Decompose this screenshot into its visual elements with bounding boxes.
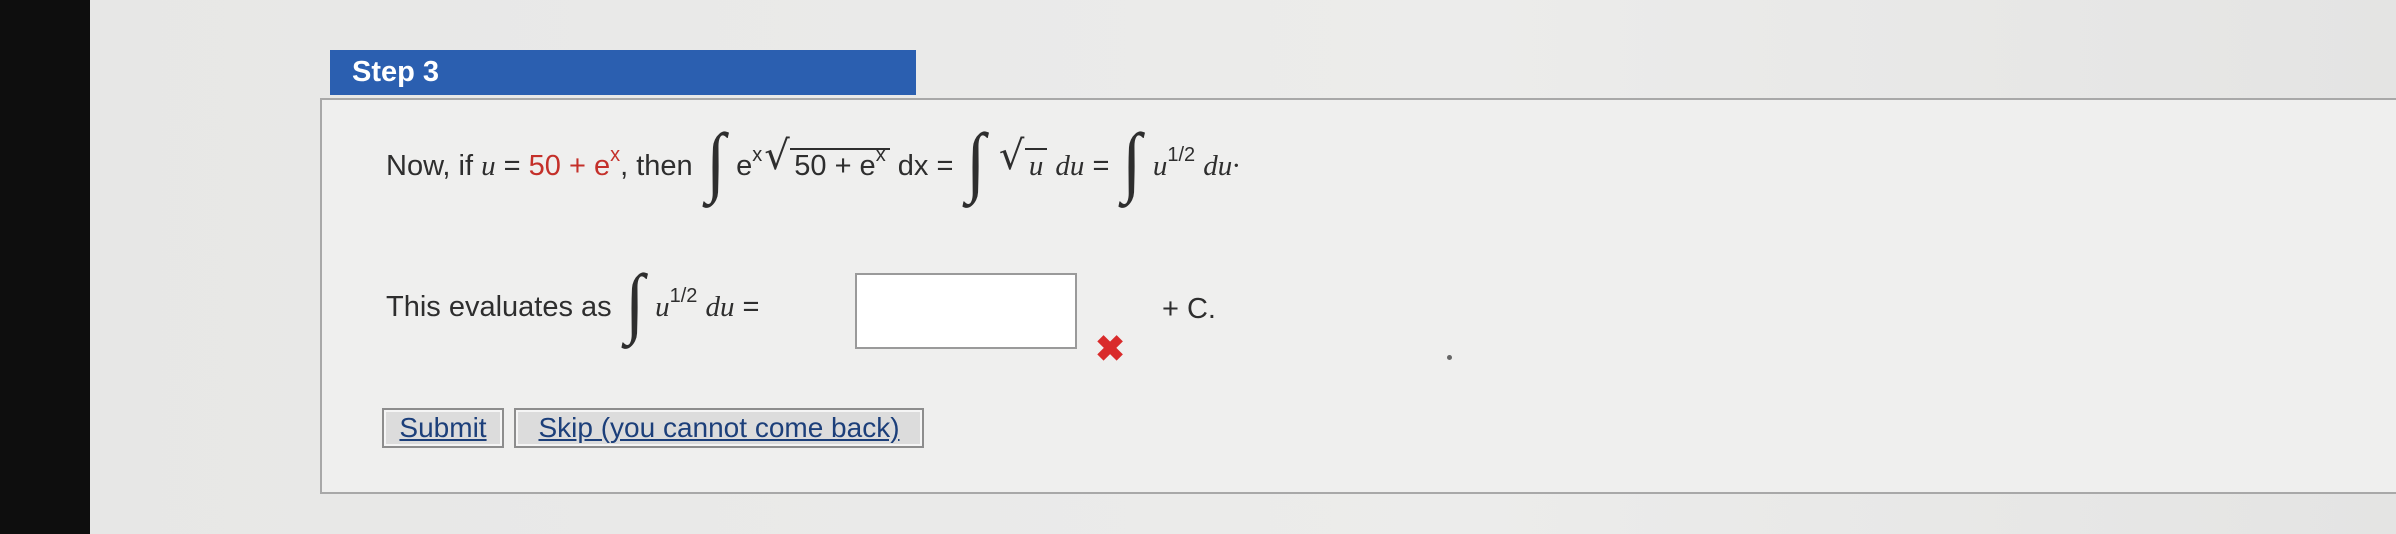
step-title: Step 3	[352, 56, 440, 88]
equals-sign: =	[503, 150, 521, 182]
integrand-factor: ex	[736, 144, 763, 182]
evaluation-line: This evaluates as ∫ u1/2 du =	[386, 258, 760, 345]
stray-dot	[1447, 355, 1452, 360]
line2-prefix: This evaluates as	[386, 291, 612, 323]
sqrt-u: √ u	[999, 136, 1048, 183]
screen-bezel	[0, 0, 90, 534]
u-power: u1/2	[655, 285, 698, 323]
step-header: Step 3	[330, 50, 916, 95]
sqrt-expression: √ 50 + ex	[764, 136, 890, 183]
answer-input[interactable]	[855, 273, 1077, 349]
substitution-expression: 50 + ex	[528, 144, 621, 182]
u-power: u1/2	[1152, 144, 1196, 182]
submit-button[interactable]: Submit	[382, 408, 504, 448]
du-text: du·	[1203, 150, 1240, 182]
incorrect-x-icon: ✖	[1095, 328, 1126, 369]
du-text: du	[1055, 150, 1085, 182]
then-text: , then	[620, 150, 693, 182]
substitution-line: Now, if u = 50 + ex, then ∫ ex √ 50 + ex dx…	[386, 117, 1240, 204]
plus-constant: + C.	[1162, 293, 1216, 325]
line1-prefix: Now, if	[386, 150, 474, 182]
sqrt-icon: √	[998, 133, 1025, 179]
equals-sign: =	[1092, 150, 1110, 182]
sqrt-icon: √	[764, 133, 790, 179]
equals-sign: =	[742, 291, 760, 323]
u-variable: u	[481, 150, 496, 182]
du-text: du	[705, 291, 735, 323]
skip-button[interactable]: Skip (you cannot come back)	[514, 408, 924, 448]
dx-text: dx	[897, 150, 929, 182]
equals-sign: =	[936, 150, 954, 182]
